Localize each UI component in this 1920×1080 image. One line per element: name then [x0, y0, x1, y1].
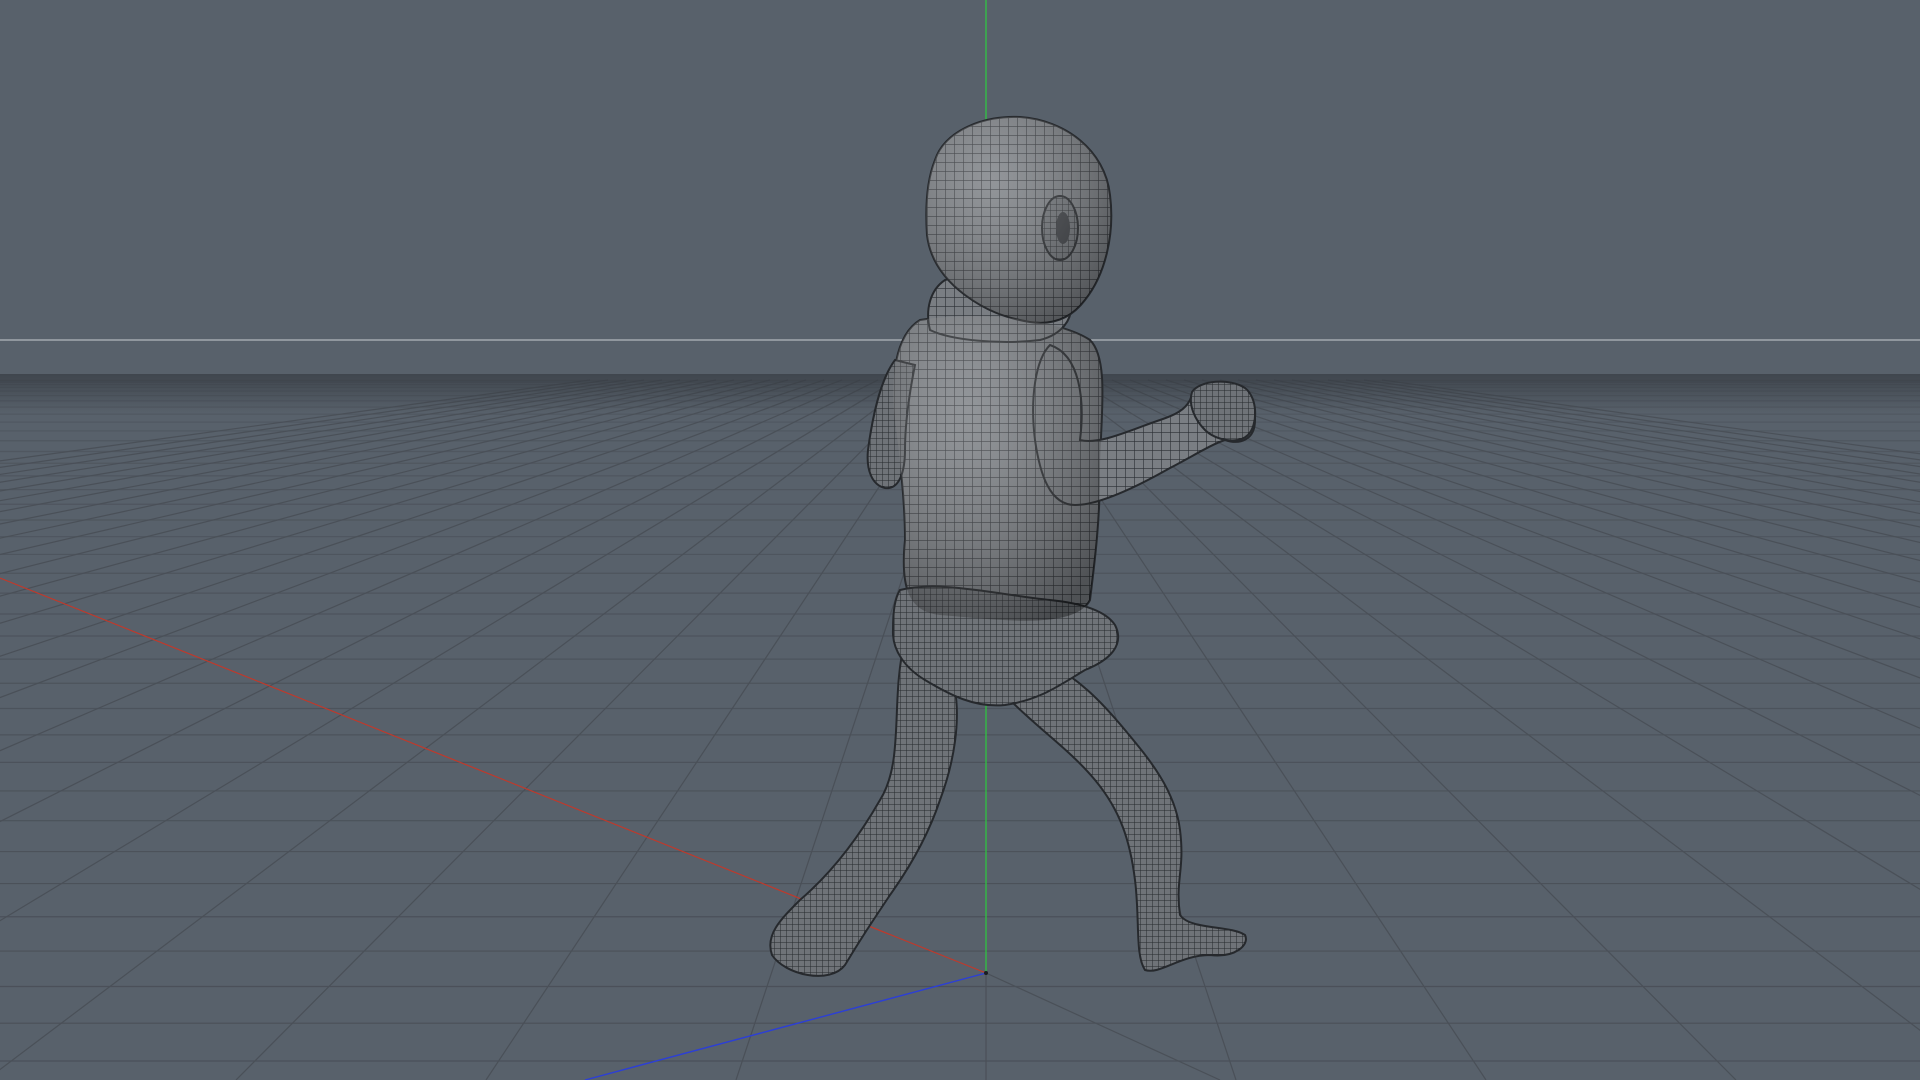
grid-line	[1363, 379, 1920, 461]
world-origin	[984, 971, 988, 975]
grid-line	[1039, 379, 1737, 1080]
grid-line	[0, 379, 771, 575]
grid-line	[0, 379, 753, 556]
grid-line	[1093, 379, 1920, 797]
baby-walking-mesh[interactable]	[769, 115, 1257, 977]
grid-line	[0, 379, 861, 752]
grid-line	[0, 379, 879, 823]
grid-line	[1147, 379, 1920, 640]
grid-line	[1201, 379, 1920, 562]
grid-line	[0, 379, 735, 539]
grid-line	[0, 379, 699, 513]
grid-line	[0, 379, 717, 525]
grid-line	[1291, 379, 1920, 493]
grid-line	[1165, 379, 1920, 609]
right-leg	[1008, 658, 1247, 972]
grid-line	[1129, 379, 1920, 679]
mesh-shading	[893, 116, 1112, 621]
grid-line	[1075, 379, 1920, 891]
viewport-canvas[interactable]	[0, 0, 1920, 1080]
grid-line	[0, 379, 897, 922]
grid-line	[1273, 379, 1920, 503]
grid-line	[1183, 379, 1920, 583]
grid-line	[0, 379, 825, 657]
grid-line	[1219, 379, 1920, 544]
grid-line	[0, 379, 627, 476]
grid-line	[1237, 379, 1920, 528]
3d-viewport[interactable]	[0, 0, 1920, 1080]
left-leg	[769, 638, 958, 977]
grid-axis-line	[985, 972, 1221, 1080]
grid-line	[0, 379, 645, 483]
z-axis-line	[584, 972, 987, 1080]
grid-line	[0, 379, 843, 699]
